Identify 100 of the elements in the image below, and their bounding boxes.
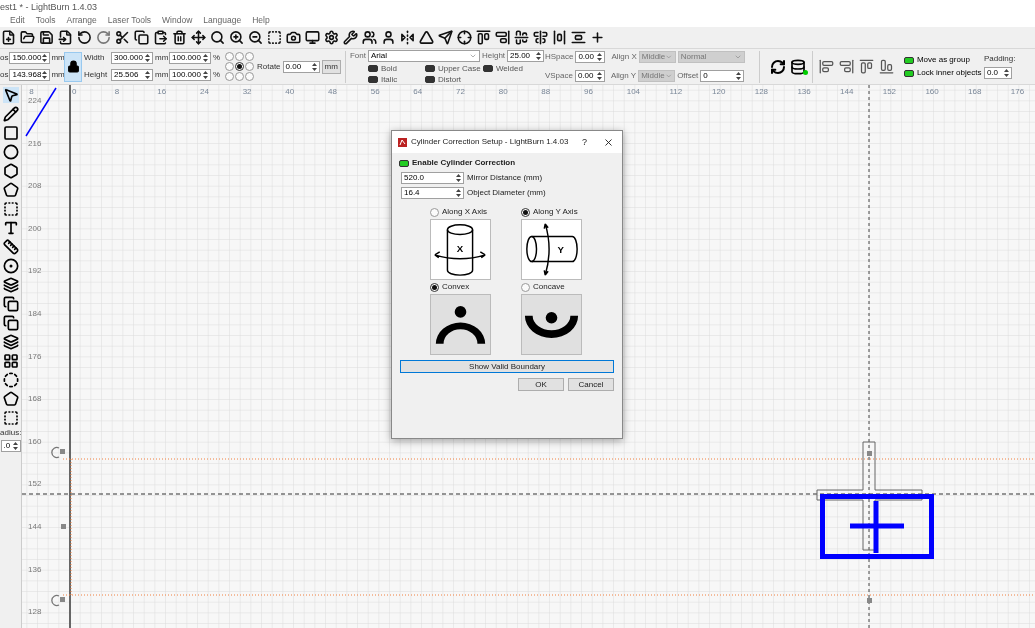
ellipse-icon[interactable] (2, 144, 19, 160)
distribute-vertical-icon[interactable] (571, 30, 586, 45)
paste-icon[interactable] (153, 30, 168, 45)
radio-button[interactable] (245, 62, 254, 71)
toggle-switch[interactable] (903, 56, 914, 64)
radio-button[interactable] (235, 72, 244, 81)
hexagon-icon[interactable] (2, 163, 19, 179)
rotate-handle-icon[interactable] (51, 594, 65, 607)
grid-array-icon[interactable] (2, 353, 19, 369)
redo-icon[interactable] (96, 30, 111, 45)
spinner-icon[interactable] (595, 71, 603, 81)
spinner-icon[interactable] (735, 71, 743, 81)
toggle-switch[interactable] (482, 65, 493, 72)
pointer-icon[interactable] (2, 87, 19, 103)
resize-handle[interactable] (867, 451, 872, 456)
menu-item[interactable]: Window (162, 16, 193, 25)
number-field[interactable]: 25.506 (111, 69, 153, 81)
convex-drawing[interactable] (430, 294, 491, 355)
group-icon[interactable] (362, 30, 377, 45)
rotate-handle-icon[interactable] (51, 446, 65, 459)
cut-icon[interactable] (115, 30, 130, 45)
rectangle-icon[interactable] (2, 125, 19, 141)
selection-icon[interactable] (267, 30, 282, 45)
open-folder-icon[interactable] (20, 30, 35, 45)
radio-button[interactable] (430, 282, 439, 292)
number-field[interactable]: 143.968 (9, 69, 51, 81)
menu-item[interactable]: Edit (10, 16, 25, 25)
number-field[interactable]: 100.000 (169, 52, 211, 64)
spinner-icon[interactable] (144, 70, 151, 80)
monitor-icon[interactable] (305, 30, 320, 45)
lock-button[interactable] (64, 51, 82, 82)
number-field[interactable]: 100.000 (169, 69, 211, 81)
radio-button[interactable] (245, 52, 254, 61)
align-right-icon[interactable] (838, 59, 854, 74)
spinner-icon[interactable] (41, 53, 49, 63)
spinner-icon[interactable] (310, 61, 318, 72)
unit-button[interactable]: mm (321, 59, 341, 74)
vertical-cylinder-drawing[interactable]: X (430, 219, 491, 280)
mirror-icon[interactable] (400, 30, 415, 45)
menu-item[interactable]: Arrange (66, 16, 97, 25)
menu-item[interactable]: Laser Tools (107, 16, 152, 25)
radio-button[interactable] (235, 62, 244, 71)
move-icon[interactable] (191, 30, 206, 45)
dropdown[interactable]: Arial (367, 49, 480, 62)
radio-button[interactable] (225, 52, 234, 61)
resize-handle[interactable] (867, 598, 872, 603)
user-icon[interactable] (381, 30, 396, 45)
number-field[interactable]: 300.000 (111, 52, 153, 64)
camera-icon[interactable] (286, 30, 301, 45)
undo-icon[interactable] (77, 30, 92, 45)
radio-button[interactable] (225, 72, 234, 81)
pencil-icon[interactable] (2, 106, 19, 122)
spinner-icon[interactable] (41, 70, 49, 80)
align-middle-icon[interactable] (514, 30, 529, 45)
spinner-icon[interactable] (455, 188, 462, 198)
dashed-square-icon[interactable] (2, 201, 19, 217)
concave-drawing[interactable] (521, 294, 582, 355)
resize-handle[interactable] (61, 524, 66, 529)
toggle-switch[interactable] (424, 65, 435, 72)
number-field[interactable]: 25.00 (507, 49, 545, 62)
align-right-icon[interactable] (495, 30, 510, 45)
align-top-icon[interactable] (858, 59, 874, 74)
number-field[interactable]: 520.0 (401, 172, 464, 184)
cross-shape[interactable] (847, 498, 907, 556)
align-center-icon[interactable] (533, 30, 548, 45)
number-field[interactable]: 0 (700, 70, 745, 82)
rectangle-shape[interactable] (820, 494, 934, 559)
send-icon[interactable] (438, 30, 453, 45)
ok-button[interactable]: OK (518, 378, 564, 391)
circular-array-icon[interactable] (2, 372, 19, 388)
menu-item[interactable]: Help (252, 16, 270, 25)
number-field[interactable]: 16.4 (401, 187, 464, 199)
menu-item[interactable]: Tools (35, 16, 56, 25)
text-tool-icon[interactable] (2, 220, 19, 236)
radio-button[interactable] (225, 62, 234, 71)
number-field[interactable]: 0.00 (575, 51, 606, 63)
drawn-line[interactable] (25, 87, 57, 137)
toggle-switch[interactable] (367, 65, 378, 72)
save-icon[interactable] (39, 30, 54, 45)
copy-icon[interactable] (134, 30, 149, 45)
crosshair-icon[interactable] (457, 30, 472, 45)
spinner-icon[interactable] (11, 441, 19, 451)
radio-button[interactable] (235, 52, 244, 61)
radio-button[interactable] (430, 207, 439, 217)
toggle-switch[interactable] (903, 69, 914, 77)
refresh-icon[interactable] (769, 58, 786, 75)
spinner-icon[interactable] (1002, 67, 1010, 78)
radio-button[interactable] (521, 282, 530, 292)
radio-button[interactable] (521, 207, 530, 217)
ruler-icon[interactable] (2, 239, 19, 255)
spinner-icon[interactable] (455, 173, 462, 183)
cancel-button[interactable]: Cancel (568, 378, 614, 391)
toggle-switch[interactable] (424, 76, 435, 83)
import-icon[interactable] (58, 30, 73, 45)
number-field[interactable]: 0.0 (983, 66, 1012, 79)
show-boundary-button[interactable]: Show Valid Boundary (400, 360, 614, 373)
trash-icon[interactable] (172, 30, 187, 45)
distribute-icon[interactable] (552, 30, 567, 45)
spinner-icon[interactable] (144, 53, 151, 63)
zoom-in-icon[interactable] (229, 30, 244, 45)
